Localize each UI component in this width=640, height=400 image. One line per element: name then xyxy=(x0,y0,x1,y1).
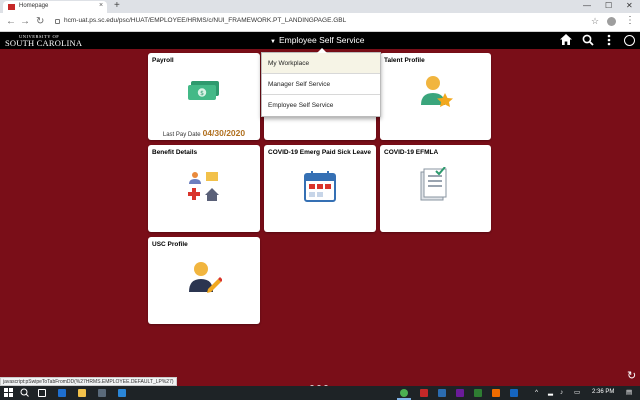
volume-icon[interactable]: ♪ xyxy=(560,389,563,397)
menu-item-manager-self-service[interactable]: Manager Self Service xyxy=(262,74,380,95)
money-icon: $ xyxy=(188,81,219,100)
tile-title: Benefit Details xyxy=(152,149,198,156)
network-icon[interactable]: ▂ xyxy=(548,389,553,397)
app-icon-orange[interactable] xyxy=(492,389,500,397)
tile-benefit-details[interactable]: Benefit Details xyxy=(148,145,260,232)
maximize-button[interactable]: ☐ xyxy=(605,0,612,12)
benefits-icon xyxy=(188,172,219,201)
reload-button[interactable]: ↻ xyxy=(36,16,44,28)
browser-menu-icon[interactable]: ⋮ xyxy=(625,15,635,27)
edge-icon[interactable] xyxy=(58,389,66,397)
chevron-up-icon[interactable]: ^ xyxy=(535,389,538,397)
menu-item-my-workplace[interactable]: My Workplace xyxy=(262,53,380,74)
tab-close-icon[interactable]: × xyxy=(99,2,103,10)
calendar-icon xyxy=(304,171,336,202)
home-icon[interactable] xyxy=(560,34,572,49)
windows-taskbar: ^ ▂ ♪ ▭ 2:36 PM ▤ xyxy=(0,386,640,400)
task-view-icon[interactable] xyxy=(38,389,46,397)
compass-icon[interactable] xyxy=(624,35,635,46)
tile-title: COVID-19 EFMLA xyxy=(384,149,439,156)
bookmark-star-icon[interactable]: ☆ xyxy=(591,16,599,27)
last-pay-date: Last Pay Date 04/30/2020 xyxy=(148,128,260,138)
app-header: UNIVERSITY OF SOUTH CAROLINA ▼ Employee S… xyxy=(0,32,640,49)
person-star-icon xyxy=(421,76,453,107)
search-icon[interactable] xyxy=(582,34,594,50)
store-icon[interactable] xyxy=(98,389,106,397)
person-pencil-icon xyxy=(189,262,222,293)
file-explorer-icon[interactable] xyxy=(78,389,86,397)
search-taskbar-icon[interactable] xyxy=(20,388,29,398)
taskbar-clock[interactable]: 2:36 PM xyxy=(592,389,614,395)
new-tab-button[interactable]: + xyxy=(114,0,120,12)
usc-logo[interactable]: UNIVERSITY OF SOUTH CAROLINA xyxy=(5,33,82,47)
app-icon-word[interactable] xyxy=(510,389,518,397)
browser-navbar: ← → ↻ hcm-uat.ps.sc.edu/psc/HUAT/EMPLOYE… xyxy=(0,13,640,32)
tile-usc-profile[interactable]: USC Profile xyxy=(148,237,260,324)
svg-text:$: $ xyxy=(200,90,204,97)
tile-title: Payroll xyxy=(152,57,174,64)
app-icon-red[interactable] xyxy=(420,389,428,397)
browser-tabstrip: Homepage × + — ☐ ✕ xyxy=(0,0,640,13)
logo-line2: SOUTH CAROLINA xyxy=(5,38,83,48)
homepage-dropdown-menu: My Workplace Manager Self Service Employ… xyxy=(261,48,381,117)
refresh-icon[interactable]: ↻ xyxy=(627,370,636,382)
profile-avatar[interactable] xyxy=(607,17,616,26)
tile-title: COVID-19 Emerg Paid Sick Leave xyxy=(268,149,371,156)
actions-menu-icon[interactable] xyxy=(607,34,611,50)
caret-down-icon: ▼ xyxy=(270,39,276,45)
menu-item-employee-self-service[interactable]: Employee Self Service xyxy=(262,95,380,116)
homepage-selector[interactable]: ▼ Employee Self Service xyxy=(270,35,364,47)
window-close-button[interactable]: ✕ xyxy=(626,0,633,12)
tile-payroll[interactable]: Payroll $ Last Pay Date 04/30/2020 xyxy=(148,53,260,140)
tile-covid-emerg-paid-sick-leave[interactable]: COVID-19 Emerg Paid Sick Leave xyxy=(264,145,376,232)
chrome-icon[interactable] xyxy=(400,389,408,397)
back-button[interactable]: ← xyxy=(6,16,16,28)
battery-icon[interactable]: ▭ xyxy=(574,389,580,397)
minimize-button[interactable]: — xyxy=(583,0,591,12)
app-icon-green[interactable] xyxy=(474,389,482,397)
address-bar[interactable]: hcm-uat.ps.sc.edu/psc/HUAT/EMPLOYEE/HRMS… xyxy=(64,17,346,24)
browser-tab[interactable]: Homepage × xyxy=(3,1,107,13)
mail-icon[interactable] xyxy=(118,389,126,397)
tab-title: Homepage xyxy=(19,3,49,9)
tile-title: Talent Profile xyxy=(384,57,425,64)
app-icon-blue[interactable] xyxy=(438,389,446,397)
favicon-icon xyxy=(8,4,15,10)
document-check-icon xyxy=(420,167,447,201)
tile-covid-efmla[interactable]: COVID-19 EFMLA xyxy=(380,145,491,232)
notifications-icon[interactable]: ▤ xyxy=(626,389,632,397)
status-bar-url: javascript:pSwipeToTabFromDD(%27HRMS.EMP… xyxy=(0,377,177,386)
last-pay-date-value: 04/30/2020 xyxy=(202,128,246,138)
app-icon-purple[interactable] xyxy=(456,389,464,397)
start-icon[interactable] xyxy=(4,388,13,398)
lock-icon xyxy=(55,19,60,24)
tile-talent-profile[interactable]: Talent Profile xyxy=(380,53,491,140)
forward-button[interactable]: → xyxy=(20,16,30,28)
page-title: Employee Self Service xyxy=(278,35,365,45)
tile-title: USC Profile xyxy=(152,241,188,248)
last-pay-date-label: Last Pay Date xyxy=(162,132,201,138)
